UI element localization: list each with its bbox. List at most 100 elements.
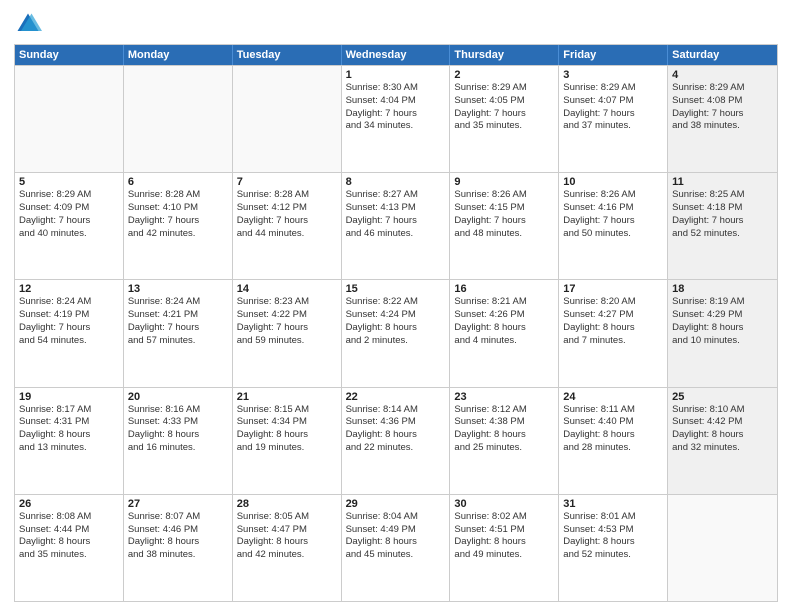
cal-cell: 4Sunrise: 8:29 AMSunset: 4:08 PMDaylight…	[668, 66, 777, 172]
cal-cell: 10Sunrise: 8:26 AMSunset: 4:16 PMDayligh…	[559, 173, 668, 279]
day-number: 5	[19, 176, 119, 188]
cell-line: Daylight: 8 hours	[19, 536, 119, 549]
cal-cell: 19Sunrise: 8:17 AMSunset: 4:31 PMDayligh…	[15, 388, 124, 494]
cell-line: Sunset: 4:12 PM	[237, 202, 337, 215]
cell-line: Daylight: 8 hours	[672, 322, 773, 335]
cell-line: and 10 minutes.	[672, 335, 773, 348]
cell-line: Daylight: 7 hours	[237, 322, 337, 335]
cell-line: Daylight: 7 hours	[346, 215, 446, 228]
cell-line: and 42 minutes.	[128, 228, 228, 241]
cell-line: Sunset: 4:15 PM	[454, 202, 554, 215]
cell-line: Daylight: 8 hours	[563, 429, 663, 442]
week-row-4: 19Sunrise: 8:17 AMSunset: 4:31 PMDayligh…	[15, 387, 777, 494]
week-row-5: 26Sunrise: 8:08 AMSunset: 4:44 PMDayligh…	[15, 494, 777, 601]
day-number: 28	[237, 498, 337, 510]
cell-line: Sunrise: 8:23 AM	[237, 296, 337, 309]
cal-cell	[15, 66, 124, 172]
cell-line: Sunrise: 8:29 AM	[672, 82, 773, 95]
cell-line: and 50 minutes.	[563, 228, 663, 241]
day-number: 9	[454, 176, 554, 188]
cal-cell	[124, 66, 233, 172]
cell-line: and 7 minutes.	[563, 335, 663, 348]
day-number: 4	[672, 69, 773, 81]
cell-line: Daylight: 7 hours	[454, 108, 554, 121]
cell-line: Sunrise: 8:26 AM	[563, 189, 663, 202]
cell-line: Daylight: 7 hours	[19, 215, 119, 228]
cell-line: and 52 minutes.	[672, 228, 773, 241]
day-number: 31	[563, 498, 663, 510]
cell-line: and 57 minutes.	[128, 335, 228, 348]
cell-line: Daylight: 7 hours	[128, 215, 228, 228]
cell-line: Sunrise: 8:28 AM	[237, 189, 337, 202]
cell-line: and 4 minutes.	[454, 335, 554, 348]
cell-line: and 45 minutes.	[346, 549, 446, 562]
cal-cell: 17Sunrise: 8:20 AMSunset: 4:27 PMDayligh…	[559, 280, 668, 386]
cell-line: Sunrise: 8:11 AM	[563, 404, 663, 417]
cell-line: Sunset: 4:49 PM	[346, 524, 446, 537]
cell-line: Sunrise: 8:19 AM	[672, 296, 773, 309]
cell-line: Sunset: 4:53 PM	[563, 524, 663, 537]
cell-line: Daylight: 8 hours	[346, 322, 446, 335]
cell-line: Sunrise: 8:10 AM	[672, 404, 773, 417]
cell-line: Daylight: 8 hours	[237, 536, 337, 549]
cell-line: Sunrise: 8:02 AM	[454, 511, 554, 524]
cell-line: Sunset: 4:46 PM	[128, 524, 228, 537]
cal-cell: 14Sunrise: 8:23 AMSunset: 4:22 PMDayligh…	[233, 280, 342, 386]
cell-line: Daylight: 7 hours	[237, 215, 337, 228]
cell-line: Daylight: 7 hours	[563, 108, 663, 121]
cell-line: and 48 minutes.	[454, 228, 554, 241]
cal-cell: 25Sunrise: 8:10 AMSunset: 4:42 PMDayligh…	[668, 388, 777, 494]
cal-cell: 6Sunrise: 8:28 AMSunset: 4:10 PMDaylight…	[124, 173, 233, 279]
cell-line: Sunrise: 8:29 AM	[454, 82, 554, 95]
cell-line: Sunrise: 8:05 AM	[237, 511, 337, 524]
day-number: 25	[672, 391, 773, 403]
cell-line: Daylight: 8 hours	[454, 429, 554, 442]
cell-line: Daylight: 8 hours	[346, 429, 446, 442]
day-number: 7	[237, 176, 337, 188]
cal-cell	[668, 495, 777, 601]
cell-line: Sunrise: 8:21 AM	[454, 296, 554, 309]
cell-line: Daylight: 7 hours	[128, 322, 228, 335]
cell-line: and 52 minutes.	[563, 549, 663, 562]
weekday-header-wednesday: Wednesday	[342, 45, 451, 65]
cell-line: Sunset: 4:08 PM	[672, 95, 773, 108]
cell-line: Sunrise: 8:17 AM	[19, 404, 119, 417]
cell-line: and 49 minutes.	[454, 549, 554, 562]
cell-line: Sunrise: 8:29 AM	[19, 189, 119, 202]
cal-cell: 9Sunrise: 8:26 AMSunset: 4:15 PMDaylight…	[450, 173, 559, 279]
cell-line: Sunrise: 8:26 AM	[454, 189, 554, 202]
day-number: 18	[672, 283, 773, 295]
cell-line: Daylight: 8 hours	[672, 429, 773, 442]
day-number: 17	[563, 283, 663, 295]
cell-line: and 16 minutes.	[128, 442, 228, 455]
calendar-header: SundayMondayTuesdayWednesdayThursdayFrid…	[15, 45, 777, 65]
cal-cell: 3Sunrise: 8:29 AMSunset: 4:07 PMDaylight…	[559, 66, 668, 172]
weekday-header-sunday: Sunday	[15, 45, 124, 65]
cell-line: Sunset: 4:09 PM	[19, 202, 119, 215]
cell-line: Sunset: 4:44 PM	[19, 524, 119, 537]
cal-cell: 5Sunrise: 8:29 AMSunset: 4:09 PMDaylight…	[15, 173, 124, 279]
day-number: 22	[346, 391, 446, 403]
cell-line: Sunset: 4:36 PM	[346, 416, 446, 429]
cell-line: and 40 minutes.	[19, 228, 119, 241]
cell-line: Daylight: 7 hours	[672, 215, 773, 228]
cell-line: Sunset: 4:26 PM	[454, 309, 554, 322]
cell-line: and 2 minutes.	[346, 335, 446, 348]
day-number: 12	[19, 283, 119, 295]
cell-line: Sunrise: 8:25 AM	[672, 189, 773, 202]
day-number: 1	[346, 69, 446, 81]
cell-line: and 25 minutes.	[454, 442, 554, 455]
cal-cell: 18Sunrise: 8:19 AMSunset: 4:29 PMDayligh…	[668, 280, 777, 386]
day-number: 27	[128, 498, 228, 510]
day-number: 16	[454, 283, 554, 295]
cal-cell: 11Sunrise: 8:25 AMSunset: 4:18 PMDayligh…	[668, 173, 777, 279]
cell-line: Daylight: 8 hours	[454, 536, 554, 549]
cal-cell: 23Sunrise: 8:12 AMSunset: 4:38 PMDayligh…	[450, 388, 559, 494]
cal-cell: 31Sunrise: 8:01 AMSunset: 4:53 PMDayligh…	[559, 495, 668, 601]
cell-line: Sunrise: 8:29 AM	[563, 82, 663, 95]
cell-line: and 42 minutes.	[237, 549, 337, 562]
cal-cell: 30Sunrise: 8:02 AMSunset: 4:51 PMDayligh…	[450, 495, 559, 601]
cal-cell: 26Sunrise: 8:08 AMSunset: 4:44 PMDayligh…	[15, 495, 124, 601]
cell-line: and 44 minutes.	[237, 228, 337, 241]
weekday-header-thursday: Thursday	[450, 45, 559, 65]
